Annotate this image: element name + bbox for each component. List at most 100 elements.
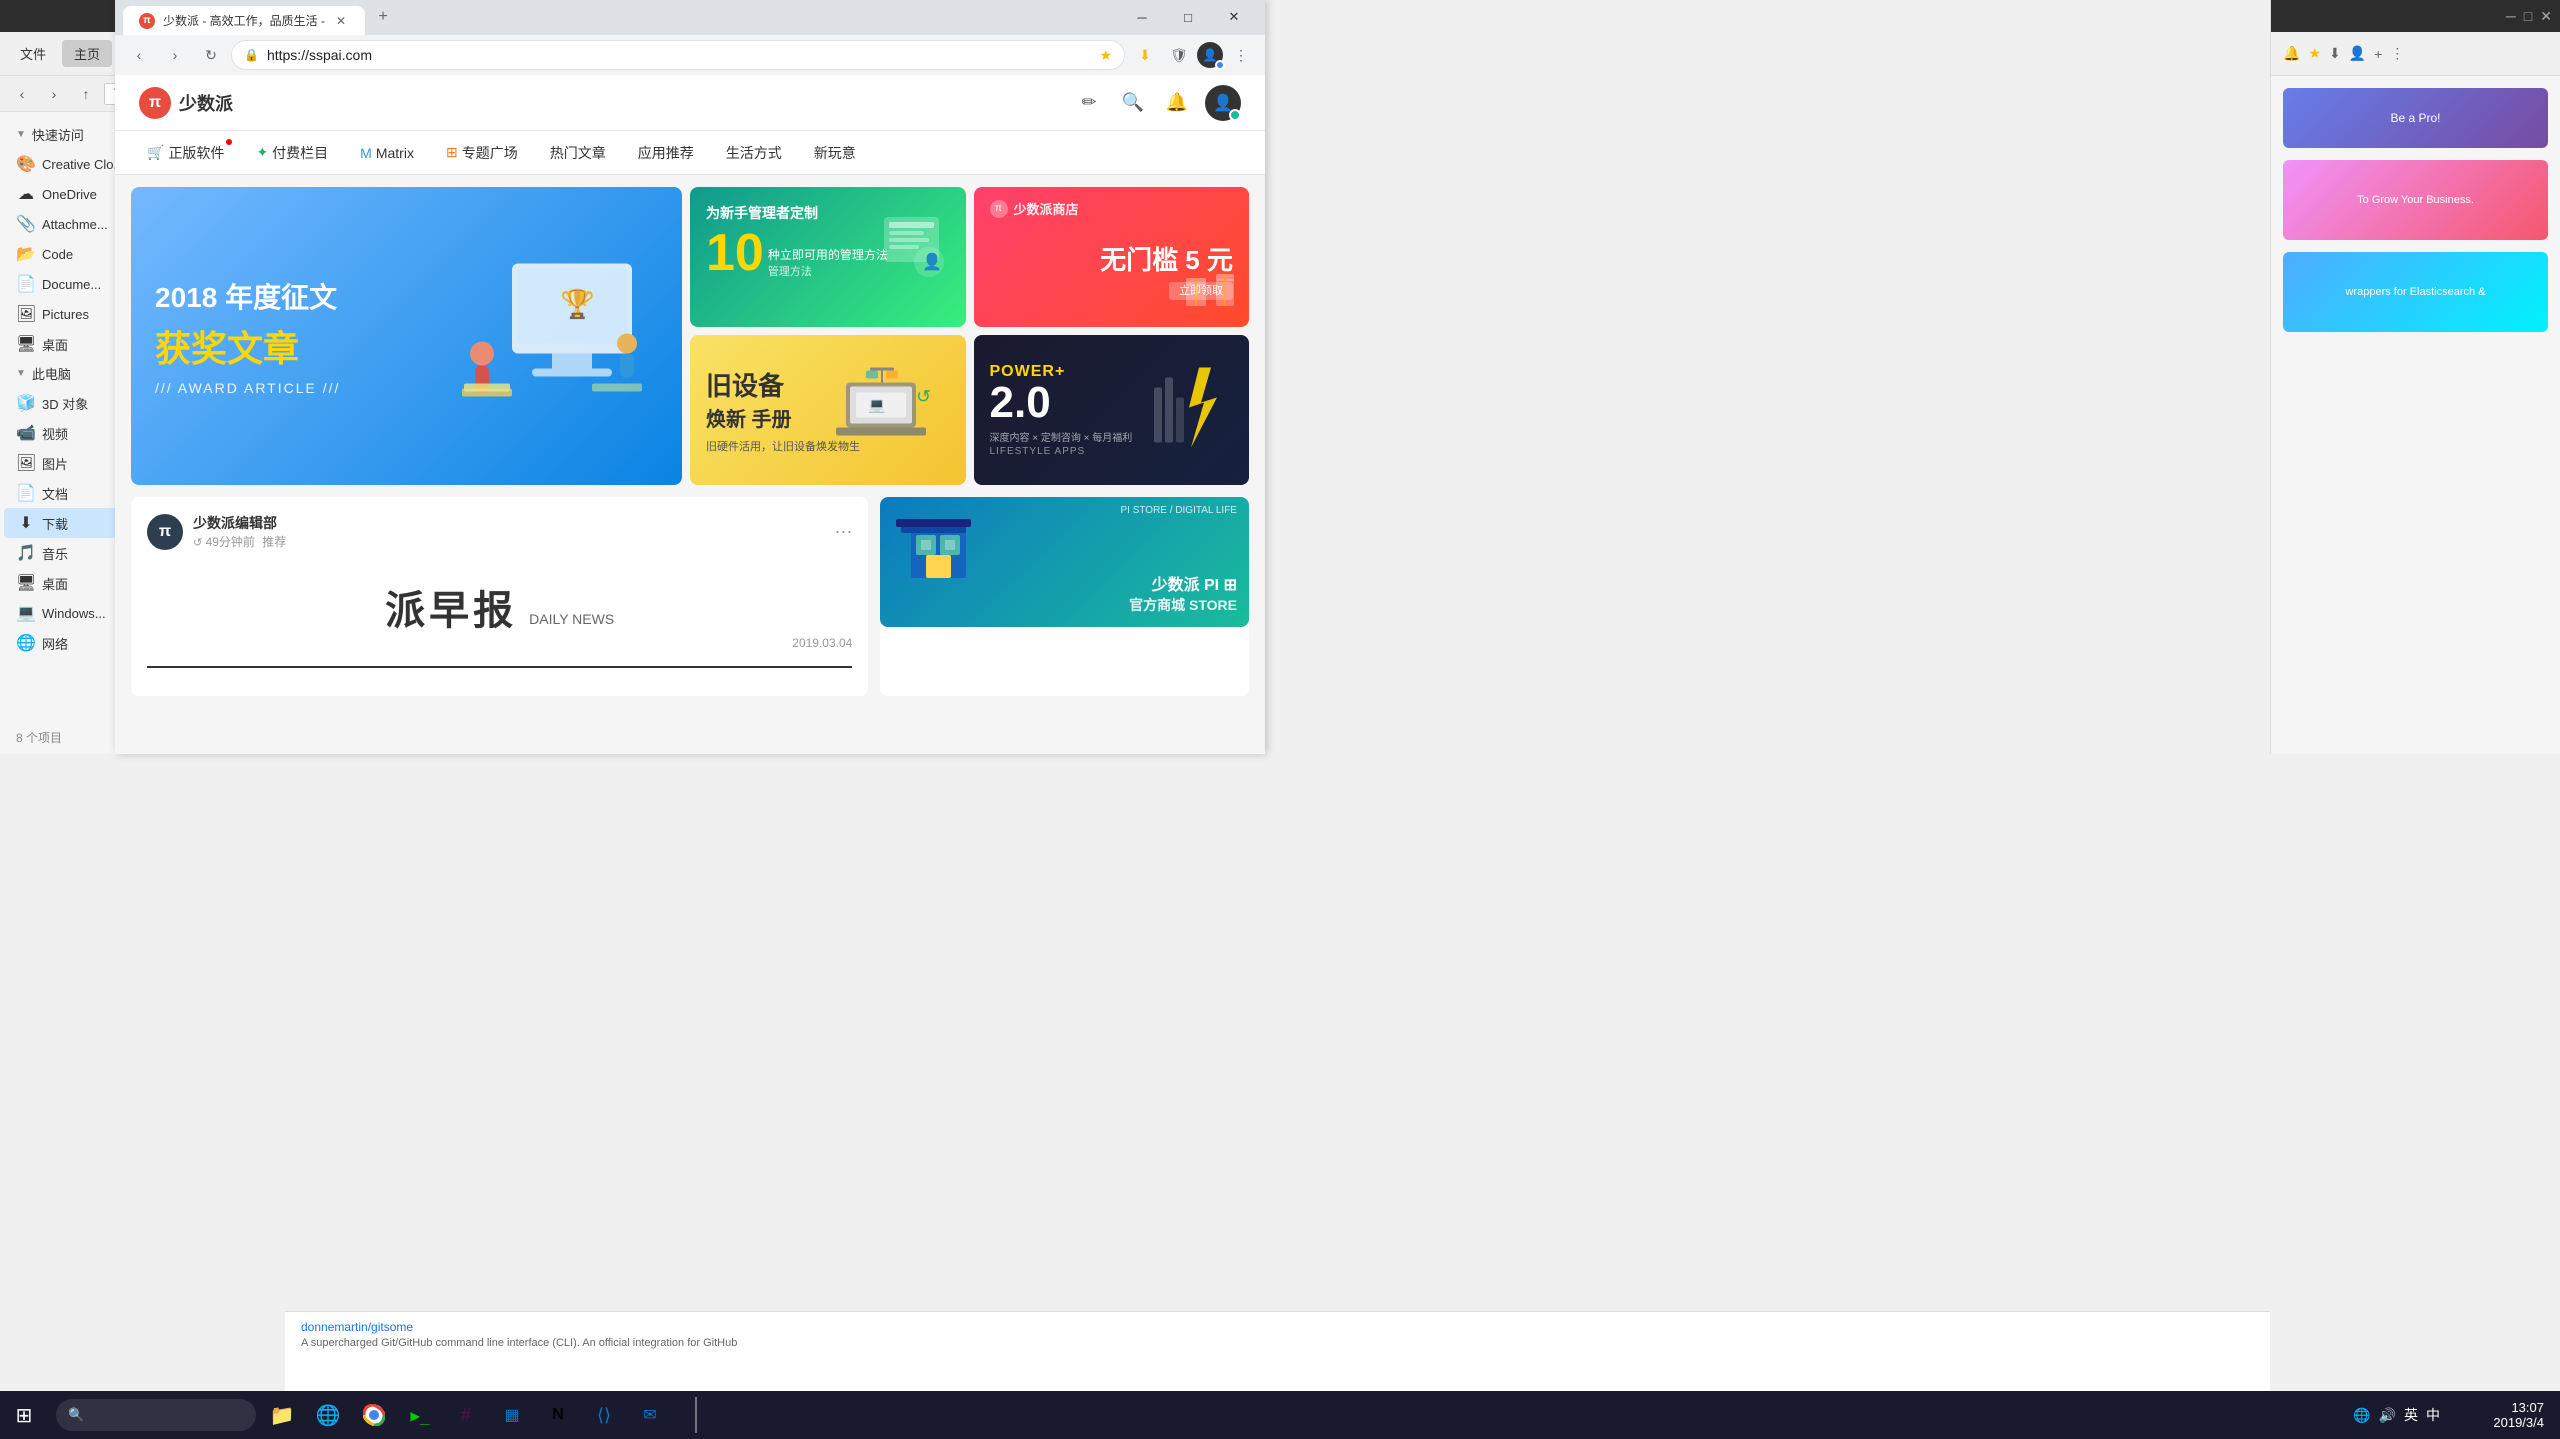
fe-windows-icon: 💻 [16,603,36,623]
banner-mr-illus [1149,358,1229,463]
chrome-close-btn[interactable]: ✕ [1211,3,1257,31]
nav-item-popular[interactable]: 热门文章 [534,131,622,175]
nav-item-topics[interactable]: ⊞ 专题广场 [430,131,534,175]
taskbar-icon-notion[interactable]: N [536,1393,580,1437]
banner-store-icon: π [990,200,1008,218]
chrome-download-icon[interactable]: ⬇ [1129,39,1161,71]
site-main: 2018 年度征文 获奖文章 /// AWARD ARTICLE /// [115,175,1265,754]
taskbar-icon-terminal[interactable]: ▶_ [398,1393,442,1437]
fe-tab-file[interactable]: 文件 [8,40,58,67]
rp-avatar-icon[interactable]: 👤 [2349,45,2366,62]
fe-forward-btn[interactable]: › [40,80,68,108]
chrome-menu-btn[interactable]: ⋮ [1225,39,1257,71]
nav-item-new[interactable]: 新玩意 [798,131,872,175]
chrome-refresh-btn[interactable]: ↻ [195,39,227,71]
banner-deco-illustration: 🏆 [442,234,662,439]
site-search-btn[interactable]: 🔍 [1117,87,1149,119]
banner-ml-illus: 💻 ↺ [826,358,946,463]
article-en-block: DAILY NEWS [529,611,614,627]
taskbar-icon-chrome[interactable] [352,1393,396,1437]
taskbar-icon-vscode[interactable]: ⟨⟩ [582,1393,626,1437]
banner-bottom-right[interactable]: POWER+ 2.0 深度内容 × 定制咨询 × 每月福利 LIFESTYLE … [974,335,1250,485]
fe-up-btn[interactable]: ↑ [72,80,100,108]
taskbar-icon-trello[interactable]: ▦ [490,1393,534,1437]
side-store-title1: 少数派 PI ⊞ [1152,571,1237,595]
banner-bottom-left[interactable]: 旧设备 焕新 手册 旧硬件活用，让旧设备焕发物生 � [690,335,966,485]
nav-new-label: 新玩意 [814,143,856,163]
rp-min-btn[interactable]: ─ [2506,8,2516,24]
nav-item-software[interactable]: 🛒 正版软件 [131,131,240,175]
content-row: π 少数派编辑部 ↺ 49分钟前 推荐 ··· [131,497,1249,696]
fe-quick-access-label: 快速访问 [32,125,84,144]
chrome-navbar: ‹ › ↻ 🔒 https://sspai.com ★ ⬇ 🛡 👤 ⋮ [115,35,1265,75]
rp-add-icon[interactable]: + [2374,46,2382,62]
banner-tr-illus: 👤 [874,197,954,302]
chrome-window: π 少数派 - 高效工作，品质生活 - ✕ + ─ □ ✕ ‹ › ↻ 🔒 ht… [115,0,1265,754]
fe-docs-icon: 📄 [16,274,36,294]
rp-menu-icon[interactable]: ⋮ [2390,45,2404,62]
chrome-new-tab-btn[interactable]: + [369,3,397,31]
side-store-title2: 官方商城 STORE [1129,595,1237,615]
fe-downloads-icon: ⬇ [16,513,36,533]
chrome-tab-close-btn[interactable]: ✕ [333,13,349,29]
taskbar-search-bar[interactable]: 🔍 [56,1399,256,1431]
taskbar-icon-edge[interactable]: 🌐 [306,1393,350,1437]
fe-3d-icon: 🧊 [16,393,36,413]
chrome-tab-title: 少数派 - 高效工作，品质生活 - [163,12,325,29]
banner-main[interactable]: 2018 年度征文 获奖文章 /// AWARD ARTICLE /// [131,187,682,485]
chrome-shield-icon[interactable]: 🛡 [1163,39,1195,71]
rp-star-icon[interactable]: ★ [2308,45,2321,62]
side-store-card[interactable]: PI STORE / DIGITAL LIFE 少数派 PI ⊞ 官方商城 ST… [880,497,1249,696]
rp-ad-2[interactable]: To Grow Your Business. [2283,160,2548,240]
fe-tab-home[interactable]: 主页 [62,40,112,67]
taskbar-time-value: 13:07 [2511,1400,2544,1415]
rp-max-btn[interactable]: □ [2524,8,2532,24]
taskbar-icon-mail[interactable]: ✉ [628,1393,672,1437]
chrome-profile-avatar[interactable]: 👤 [1197,42,1223,68]
banner-top-right-1[interactable]: 为新手管理者定制 10 种立即可用的管理方法 管理方法 [690,187,966,327]
taskbar-icon-file[interactable]: 📁 [260,1393,304,1437]
article-more-btn[interactable]: ··· [834,521,852,542]
nav-item-apps[interactable]: 应用推荐 [622,131,710,175]
fe-attach-icon: 📎 [16,214,36,234]
rp-toolbar: 🔔 ★ ⬇ 👤 + ⋮ [2271,32,2560,76]
nav-software-label: 正版软件 [168,143,224,163]
chrome-minimize-btn[interactable]: ─ [1119,3,1165,31]
chrome-titlebar: π 少数派 - 高效工作，品质生活 - ✕ + ─ □ ✕ [115,0,1265,35]
banner-tr-sub: 管理方法 [768,263,888,279]
nav-item-paid[interactable]: ✦ 付费栏目 [240,131,344,175]
site-user-avatar[interactable]: 👤 [1205,85,1241,121]
fe-network-label: 网络 [42,634,68,653]
chrome-maximize-btn[interactable]: □ [1165,3,1211,31]
fe-back-btn[interactable]: ‹ [8,80,36,108]
site-header: π 少数派 ✏ 🔍 🔔 👤 [115,75,1265,131]
taskbar-show-desktop[interactable] [676,1391,720,1439]
fe-desktop1-label: 桌面 [42,335,68,354]
bp-item-1-title[interactable]: donnemartin/gitsome [301,1320,2254,1334]
site-notification-btn[interactable]: 🔔 [1161,87,1193,119]
rp-ad-1[interactable]: Be a Pro! [2283,88,2548,148]
site-edit-btn[interactable]: ✏ [1073,87,1105,119]
taskbar-icon-slack[interactable]: # [444,1393,488,1437]
fe-music-icon: 🎵 [16,543,36,563]
rp-ad-3[interactable]: wrappers for Elasticsearch & [2283,252,2548,332]
rp-close-btn[interactable]: ✕ [2540,8,2552,25]
banner-tr-num: 10 [706,227,764,279]
taskbar-sys-lang: 英 [2404,1405,2418,1425]
fe-code-icon: 📂 [16,244,36,264]
nav-item-lifestyle[interactable]: 生活方式 [710,131,798,175]
rp-bell-icon[interactable]: 🔔 [2283,45,2300,62]
chrome-active-tab[interactable]: π 少数派 - 高效工作，品质生活 - ✕ [123,6,365,35]
chrome-bookmark-icon[interactable]: ★ [1099,47,1112,64]
nav-item-matrix[interactable]: M Matrix [344,131,430,175]
rp-download-icon[interactable]: ⬇ [2329,45,2341,62]
taskbar-sys-volume: 🔊 [2379,1407,2396,1424]
chrome-forward-btn[interactable]: › [159,39,191,71]
article-time: ↺ 49分钟前 推荐 [193,533,824,550]
bottom-panel: donnemartin/gitsome A supercharged Git/G… [285,1311,2270,1391]
banner-top-right-2[interactable]: π 少数派商店 无门槛 5 元 立即领取 [974,187,1250,327]
fe-3d-label: 3D 对象 [42,394,88,413]
chrome-back-btn[interactable]: ‹ [123,39,155,71]
taskbar-start-btn[interactable]: ⊞ [0,1391,48,1439]
chrome-address-bar[interactable]: 🔒 https://sspai.com ★ [231,40,1125,70]
